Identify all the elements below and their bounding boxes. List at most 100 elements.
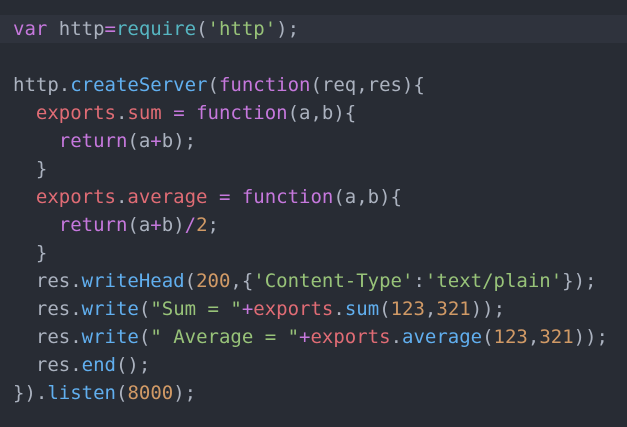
code-token: = [207, 186, 242, 208]
code-token: ; [207, 214, 219, 236]
code-token: return [58, 130, 128, 152]
code-line[interactable]: http.createServer(function(req,res){ [0, 71, 627, 99]
code-token: . [70, 270, 82, 292]
code-token: http [13, 74, 59, 96]
code-token: ( [379, 298, 391, 320]
code-line[interactable]: res.end(); [0, 351, 627, 379]
code-token: function [196, 102, 288, 124]
code-token: ); [173, 382, 197, 404]
code-token: 321 [539, 326, 574, 348]
code-token: exports [35, 186, 116, 208]
code-token: exports [35, 102, 116, 124]
code-token: . [70, 326, 82, 348]
code-token: . [115, 102, 128, 124]
code-line[interactable]: return(a+b); [0, 127, 627, 155]
code-token: (a,b){ [287, 102, 357, 124]
code-token: res [13, 354, 71, 376]
code-token: ( [482, 326, 494, 348]
code-token: + [299, 326, 311, 348]
code-token: + [150, 214, 162, 236]
code-token: (); [115, 354, 151, 376]
code-token: write [81, 326, 139, 348]
code-token: 321 [436, 298, 471, 320]
code-token: )); [573, 326, 608, 348]
code-token: listen [47, 382, 116, 404]
code-token: var [13, 18, 48, 40]
code-token: ( [196, 18, 208, 40]
code-line[interactable]: }).listen(8000); [0, 379, 627, 407]
code-token: } [13, 158, 48, 180]
code-token: sum [127, 102, 162, 124]
code-token: ( [115, 382, 128, 404]
code-line[interactable]: exports.sum = function(a,b){ [0, 99, 627, 127]
code-token: }); [562, 270, 597, 292]
code-token: ( [184, 270, 197, 292]
code-line[interactable]: res.writeHead(200,{'Content-Type':'text/… [0, 267, 627, 295]
code-token: + [150, 130, 162, 152]
code-token: b); [161, 130, 197, 152]
code-token: )); [470, 298, 506, 320]
code-token: writeHead [81, 270, 185, 292]
code-token: / [184, 214, 197, 236]
code-token: http [47, 18, 105, 40]
code-line[interactable]: } [0, 155, 627, 183]
code-token: . [333, 298, 345, 320]
code-token: ( [138, 326, 151, 348]
code-token: ); [276, 18, 300, 40]
code-token: function [241, 186, 334, 208]
code-token: 8000 [127, 382, 174, 404]
code-token: require [115, 18, 197, 40]
code-token: b) [161, 214, 185, 236]
code-token: : [413, 270, 425, 292]
code-token: (a,b){ [333, 186, 402, 208]
code-token: average [402, 326, 483, 348]
code-line[interactable]: res.write("Sum = "+exports.sum(123,321))… [0, 295, 627, 323]
code-token: 'http' [207, 18, 277, 40]
code-token: (a [127, 214, 151, 236]
code-token: 123 [390, 298, 425, 320]
code-token: end [81, 354, 116, 376]
code-line[interactable]: } [0, 239, 627, 267]
code-token: 123 [493, 326, 528, 348]
code-token: return [58, 214, 128, 236]
code-token: ( [207, 74, 219, 96]
code-token: . [70, 298, 82, 320]
code-token: , [424, 298, 437, 320]
code-token: }) [13, 382, 36, 404]
code-token: ( [138, 298, 151, 320]
code-line[interactable] [0, 43, 627, 71]
code-line-current[interactable]: var http=require('http'); [0, 15, 627, 43]
code-editor[interactable]: var http=require('http'); http.createServ… [0, 0, 627, 427]
code-token: , [527, 326, 540, 348]
code-token: "Sum = " [150, 298, 242, 320]
code-token: . [35, 382, 48, 404]
code-token: function [218, 74, 311, 96]
code-token: . [390, 326, 403, 348]
code-token: res [13, 270, 71, 292]
code-token: . [70, 354, 82, 376]
code-token: 'text/plain' [424, 270, 563, 292]
code-token: 2 [196, 214, 208, 236]
code-token: } [13, 242, 48, 264]
code-token: 200 [196, 270, 231, 292]
code-token: createServer [70, 74, 208, 96]
code-token: average [127, 186, 208, 208]
code-token: (req,res){ [310, 74, 425, 96]
code-token: sum [344, 298, 380, 320]
code-line[interactable]: exports.average = function(a,b){ [0, 183, 627, 211]
code-token: res [13, 298, 71, 320]
code-token: . [115, 186, 128, 208]
code-token: = [104, 18, 116, 40]
code-line[interactable]: res.write(" Average = "+exports.average(… [0, 323, 627, 351]
code-token: + [241, 298, 254, 320]
code-token: res [13, 326, 71, 348]
code-token: write [81, 298, 139, 320]
code-line[interactable]: return(a+b)/2; [0, 211, 627, 239]
code-token: exports [253, 298, 334, 320]
code-token: ,{ [230, 270, 254, 292]
code-token: exports [310, 326, 391, 348]
